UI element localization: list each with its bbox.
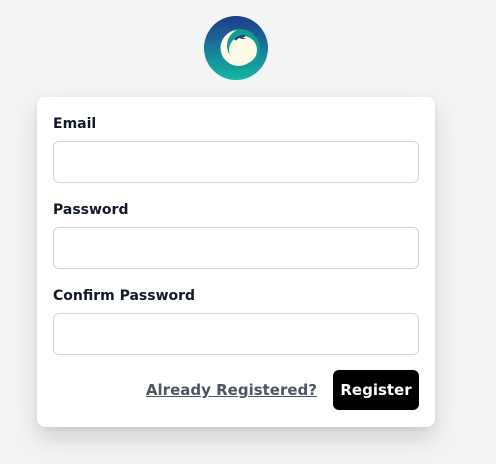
email-field[interactable] [53,141,419,183]
confirm-password-field[interactable] [53,313,419,355]
register-button[interactable]: Register [333,370,419,410]
app-logo-icon [204,16,268,80]
password-label: Password [53,202,129,218]
confirm-password-label: Confirm Password [53,288,196,304]
already-registered-link[interactable]: Already Registered? [146,381,317,399]
password-field[interactable] [53,227,419,269]
email-label: Email [53,116,97,132]
register-form-card: Email Password Confirm Password Already … [37,97,435,427]
